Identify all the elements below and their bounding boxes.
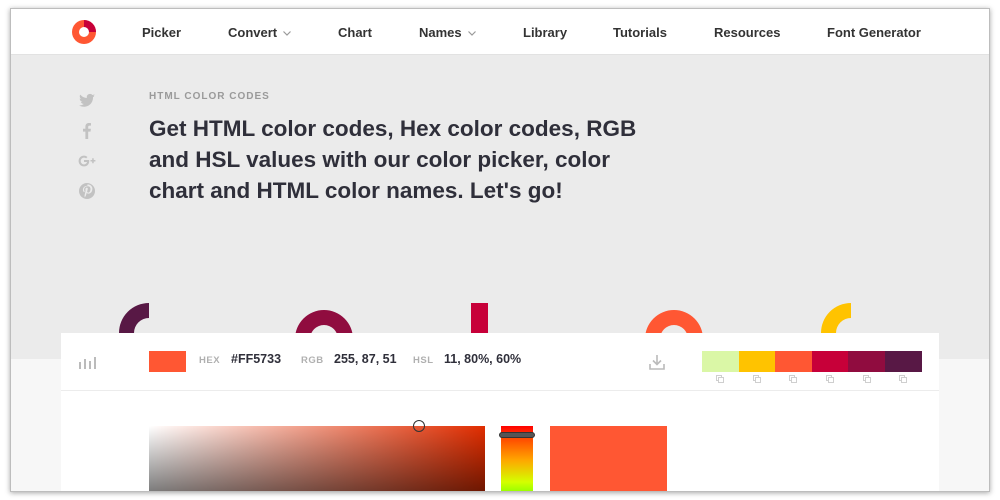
hero-headline: Get HTML color codes, Hex color codes, R… <box>149 113 709 206</box>
chevron-down-icon <box>467 31 476 36</box>
top-nav: Picker Convert Chart Names Library Tutor… <box>11 9 989 55</box>
hero-eyebrow: HTML COLOR CODES <box>149 91 270 102</box>
scheme-copy-icons <box>702 375 922 385</box>
headline-line: chart and HTML color names. Let's go! <box>149 178 563 203</box>
nav-label: Names <box>419 25 462 40</box>
logo-icon[interactable] <box>71 19 97 45</box>
copy-icon[interactable] <box>752 375 761 383</box>
twitter-icon[interactable] <box>77 91 97 111</box>
color-preview <box>550 426 667 491</box>
scheme-swatch[interactable] <box>775 351 812 372</box>
browser-frame: Picker Convert Chart Names Library Tutor… <box>10 8 990 492</box>
hue-slider-handle[interactable] <box>499 432 535 438</box>
rgb-value[interactable]: 255, 87, 51 <box>334 352 397 366</box>
pinterest-icon[interactable] <box>77 181 97 201</box>
copy-icon[interactable] <box>862 375 871 383</box>
scheme-swatch[interactable] <box>702 351 739 372</box>
nav-label: Picker <box>142 25 182 40</box>
copy-icon[interactable] <box>826 375 835 383</box>
hex-value[interactable]: #FF5733 <box>231 352 281 366</box>
nav-item-font-generator[interactable]: Font Generator <box>827 9 921 55</box>
color-values-bar: HEX #FF5733 RGB 255, 87, 51 HSL 11, 80%,… <box>61 333 939 391</box>
scheme-swatch[interactable] <box>738 351 776 372</box>
chevron-down-icon <box>283 31 292 36</box>
scheme-swatch[interactable] <box>848 351 885 372</box>
nav-item-resources[interactable]: Resources <box>714 9 780 55</box>
nav-label: Resources <box>714 25 781 40</box>
scheme-swatch[interactable] <box>811 351 849 372</box>
nav-item-convert[interactable]: Convert <box>228 9 292 55</box>
hsl-value[interactable]: 11, 80%, 60% <box>444 352 521 366</box>
saturation-brightness-area[interactable] <box>149 426 485 491</box>
nav-item-names[interactable]: Names <box>419 9 476 55</box>
copy-icon[interactable] <box>899 375 908 383</box>
nav-item-chart[interactable]: Chart <box>338 9 372 55</box>
scheme-swatch[interactable] <box>884 351 922 372</box>
nav-item-library[interactable]: Library <box>523 9 567 55</box>
nav-item-picker[interactable]: Picker <box>142 9 181 55</box>
hex-label: HEX <box>199 355 221 366</box>
current-color-swatch[interactable] <box>149 351 186 372</box>
google-plus-icon[interactable] <box>77 151 97 171</box>
nav-label: Tutorials <box>613 25 667 40</box>
nav-label: Library <box>523 25 568 40</box>
nav-label: Convert <box>228 25 278 40</box>
nav-label: Font Generator <box>827 25 921 40</box>
nav-item-tutorials[interactable]: Tutorials <box>613 9 667 55</box>
headline-line: and HSL values with our color picker, co… <box>149 147 610 172</box>
color-scheme-strip <box>702 351 922 372</box>
color-picker-card: HEX #FF5733 RGB 255, 87, 51 HSL 11, 80%,… <box>61 333 939 491</box>
headline-line: Get HTML color codes, Hex color codes, R… <box>149 116 637 141</box>
hsl-label: HSL <box>413 355 434 366</box>
saturation-handle[interactable] <box>413 420 425 432</box>
copy-icon[interactable] <box>789 375 798 383</box>
bar-chart-icon[interactable] <box>79 355 97 369</box>
facebook-icon[interactable] <box>77 121 97 141</box>
download-icon[interactable] <box>648 353 666 371</box>
copy-icon[interactable] <box>716 375 725 383</box>
rgb-label: RGB <box>301 355 324 366</box>
nav-label: Chart <box>338 25 372 40</box>
